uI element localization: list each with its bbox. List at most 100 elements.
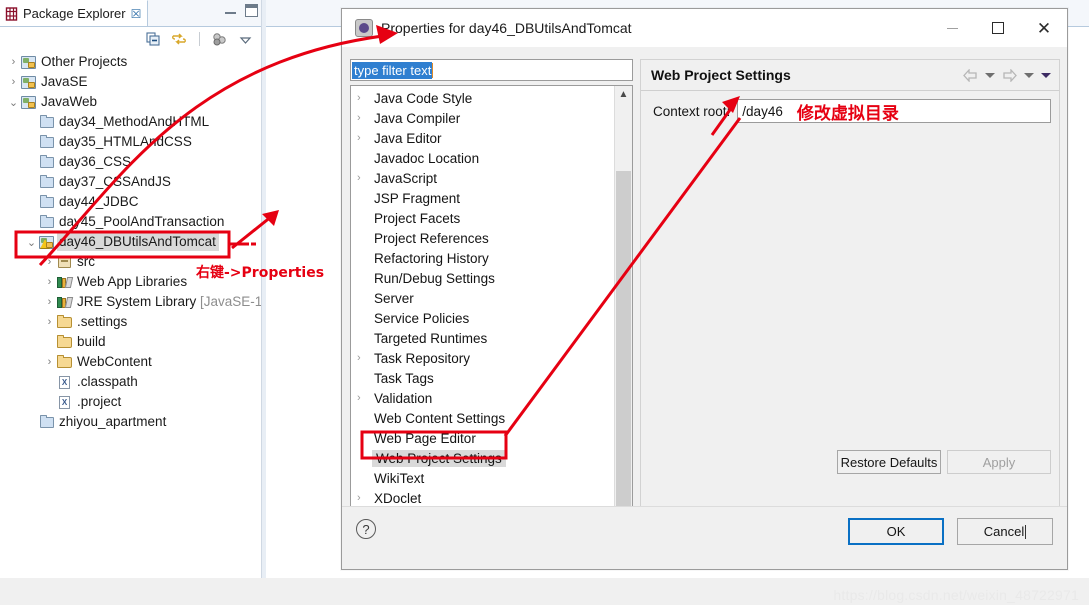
scrollbar-thumb[interactable]: [616, 171, 631, 506]
chevron-right-icon[interactable]: ›: [42, 356, 57, 368]
settings-nav-item[interactable]: Web Project Settings: [351, 448, 614, 468]
tree-item[interactable]: › build: [0, 332, 261, 352]
open-folder-icon: [57, 355, 72, 368]
settings-nav-item[interactable]: › Task Repository: [351, 348, 614, 368]
forward-arrow-icon[interactable]: [1002, 67, 1017, 83]
chevron-right-icon[interactable]: ›: [24, 156, 39, 168]
folder-icon: [40, 155, 54, 168]
tree-item[interactable]: ›X .project: [0, 392, 261, 412]
forward-dropdown-icon[interactable]: [1024, 72, 1034, 78]
chevron-right-icon[interactable]: ›: [24, 136, 39, 148]
settings-nav-item[interactable]: Javadoc Location: [351, 148, 614, 168]
settings-nav-item[interactable]: › Validation: [351, 388, 614, 408]
text-caret: [1025, 524, 1027, 539]
chevron-right-icon[interactable]: ›: [42, 256, 57, 268]
dialog-title-bar[interactable]: Properties for day46_DBUtilsAndTomcat ✕: [342, 9, 1067, 47]
settings-nav-item[interactable]: Web Content Settings: [351, 408, 614, 428]
restore-defaults-button[interactable]: Restore Defaults: [837, 450, 941, 474]
settings-nav-item-label: JSP Fragment: [374, 190, 461, 206]
chevron-right-icon[interactable]: ›: [357, 112, 374, 124]
tree-item[interactable]: › day44_JDBC: [0, 192, 261, 212]
chevron-right-icon[interactable]: ›: [357, 172, 374, 184]
tree-item[interactable]: › .settings: [0, 312, 261, 332]
tree-item[interactable]: › day36_CSS: [0, 152, 261, 172]
tree-item-label: day36_CSS: [59, 154, 132, 169]
collapse-all-icon[interactable]: [145, 31, 162, 48]
tree-item[interactable]: ›X .classpath: [0, 372, 261, 392]
chevron-right-icon[interactable]: ›: [24, 216, 39, 228]
settings-nav-item[interactable]: › XDoclet: [351, 488, 614, 508]
settings-nav-item-label: Run/Debug Settings: [374, 270, 495, 286]
tab-package-explorer[interactable]: Package Explorer ☒: [0, 0, 149, 26]
settings-nav-item[interactable]: Task Tags: [351, 368, 614, 388]
close-icon[interactable]: ☒: [131, 7, 142, 21]
settings-nav-item[interactable]: › Java Editor: [351, 128, 614, 148]
minimize-button[interactable]: [929, 9, 975, 47]
pane-menu-icon[interactable]: [1041, 72, 1051, 78]
back-dropdown-icon[interactable]: [985, 72, 995, 78]
close-button[interactable]: ✕: [1021, 9, 1067, 47]
settings-nav-item[interactable]: Refactoring History: [351, 248, 614, 268]
settings-nav-item[interactable]: WikiText: [351, 468, 614, 488]
settings-nav-item[interactable]: Server: [351, 288, 614, 308]
view-menu-icon[interactable]: [237, 31, 254, 48]
chevron-right-icon[interactable]: ›: [42, 336, 57, 348]
ok-button[interactable]: OK: [848, 518, 944, 545]
settings-nav-item[interactable]: › Java Code Style: [351, 88, 614, 108]
chevron-right-icon[interactable]: ›: [42, 376, 57, 388]
tree-item[interactable]: › zhiyou_apartment: [0, 412, 261, 432]
chevron-right-icon[interactable]: ›: [24, 196, 39, 208]
link-with-editor-icon[interactable]: [171, 31, 188, 48]
nav-scrollbar[interactable]: ▲ ▼: [614, 86, 632, 521]
settings-nav-tree[interactable]: › Java Code Style › Java Compiler › Java Edit…: [350, 85, 633, 522]
chevron-right-icon[interactable]: ›: [24, 116, 39, 128]
chevron-right-icon[interactable]: ›: [42, 276, 57, 288]
help-icon[interactable]: ?: [356, 519, 376, 539]
settings-nav-item[interactable]: Web Page Editor: [351, 428, 614, 448]
tree-item[interactable]: › day35_HTMLAndCSS: [0, 132, 261, 152]
maximize-view-icon[interactable]: [245, 4, 258, 17]
screenshot-root: Package Explorer ☒ › Other Projects › Ja…: [0, 0, 1089, 605]
chevron-right-icon[interactable]: ›: [357, 392, 374, 404]
chevron-right-icon[interactable]: ›: [24, 416, 39, 428]
tree-item[interactable]: › JavaSE: [0, 72, 261, 92]
chevron-right-icon[interactable]: ›: [42, 296, 57, 308]
chevron-right-icon[interactable]: ›: [42, 396, 57, 408]
chevron-right-icon[interactable]: ›: [357, 132, 374, 144]
tree-item[interactable]: › JRE System Library [JavaSE-1.8: [0, 292, 261, 312]
view-menu-icons-icon[interactable]: [211, 31, 228, 48]
filter-input[interactable]: type filter text: [350, 59, 633, 81]
context-root-input[interactable]: /day46 修改虚拟目录: [737, 99, 1051, 124]
chevron-right-icon[interactable]: ›: [357, 492, 374, 504]
tree-item[interactable]: › day45_PoolAndTransaction: [0, 212, 261, 232]
settings-nav-item[interactable]: Project References: [351, 228, 614, 248]
project-tree[interactable]: ›Other Projects›JavaSE⌄JavaWeb›day34_Met…: [0, 52, 261, 578]
settings-nav-item[interactable]: Targeted Runtimes: [351, 328, 614, 348]
tree-item[interactable]: › day34_MethodAndHTML: [0, 112, 261, 132]
cancel-button[interactable]: Cancel: [957, 518, 1053, 545]
settings-nav-item[interactable]: Run/Debug Settings: [351, 268, 614, 288]
chevron-down-icon[interactable]: ⌄: [6, 96, 21, 109]
tree-item[interactable]: › day37_CSSAndJS: [0, 172, 261, 192]
minimize-view-icon[interactable]: [224, 4, 237, 17]
chevron-right-icon[interactable]: ›: [6, 76, 21, 88]
tree-item[interactable]: ⌄ day46_DBUtilsAndTomcat: [0, 232, 261, 252]
chevron-right-icon[interactable]: ›: [357, 352, 374, 364]
chevron-right-icon[interactable]: ›: [24, 176, 39, 188]
settings-nav-item[interactable]: Service Policies: [351, 308, 614, 328]
maximize-button[interactable]: [975, 9, 1021, 47]
view-splitter[interactable]: [261, 0, 266, 578]
settings-nav-item[interactable]: › Java Compiler: [351, 108, 614, 128]
chevron-right-icon[interactable]: ›: [357, 92, 374, 104]
tree-item[interactable]: › WebContent: [0, 352, 261, 372]
chevron-down-icon[interactable]: ⌄: [24, 236, 39, 249]
scroll-up-icon[interactable]: ▲: [615, 86, 632, 103]
tree-item[interactable]: ⌄ JavaWeb: [0, 92, 261, 112]
settings-nav-item[interactable]: JSP Fragment: [351, 188, 614, 208]
back-arrow-icon[interactable]: [963, 67, 978, 83]
tree-item[interactable]: › Other Projects: [0, 52, 261, 72]
chevron-right-icon[interactable]: ›: [6, 56, 21, 68]
settings-nav-item[interactable]: › JavaScript: [351, 168, 614, 188]
chevron-right-icon[interactable]: ›: [42, 316, 57, 328]
settings-nav-item[interactable]: Project Facets: [351, 208, 614, 228]
